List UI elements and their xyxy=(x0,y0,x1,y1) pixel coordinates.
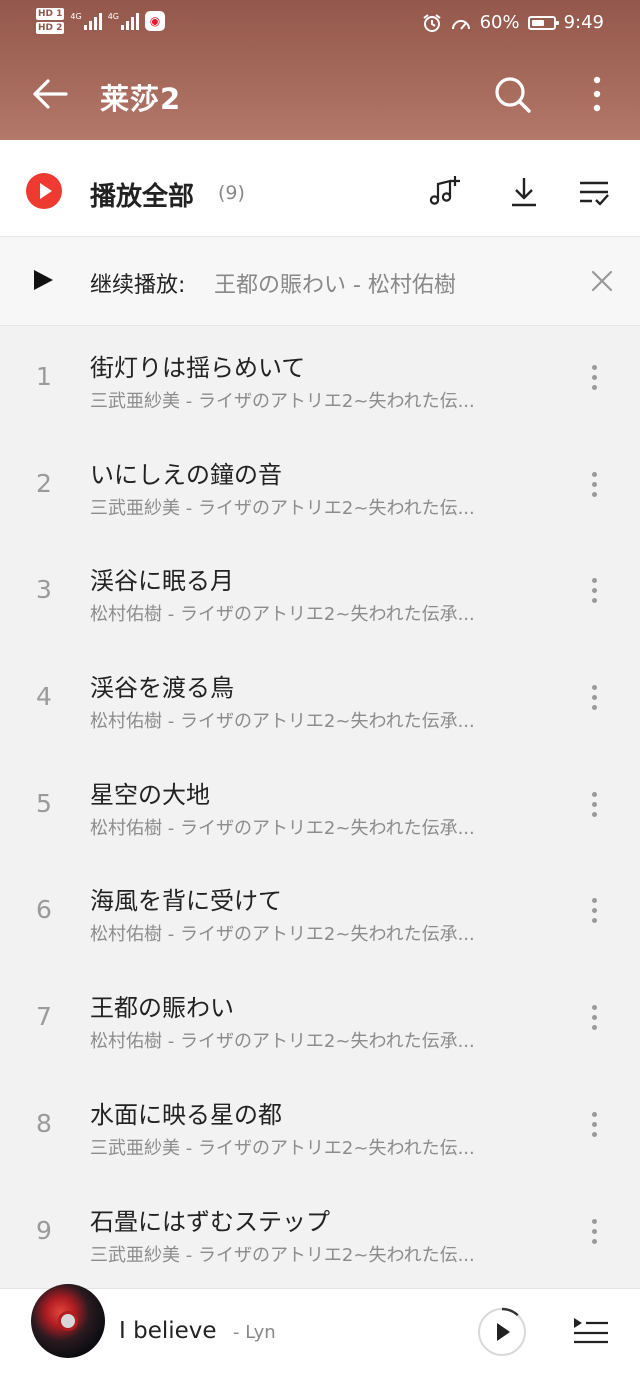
hd-badges: HD 1 HD 2 xyxy=(36,8,65,34)
weibo-icon: ◉ xyxy=(145,11,165,31)
song-subtitle: 三武亜紗美 - ライザのアトリエ2~失われた伝... xyxy=(90,497,475,519)
clock: 9:49 xyxy=(563,12,604,33)
play-all-button[interactable] xyxy=(26,173,62,209)
more-vertical-icon[interactable] xyxy=(580,74,614,114)
battery-fill xyxy=(531,19,544,26)
speed-icon xyxy=(451,19,470,30)
song-title: いにしえの鐘の音 xyxy=(90,460,282,489)
more-vertical-icon[interactable] xyxy=(580,1002,608,1034)
play-circle-icon[interactable] xyxy=(476,1306,528,1358)
song-row[interactable]: 5 星空の大地松村佑樹 - ライザのアトリエ2~失われた伝承... xyxy=(0,753,640,860)
network-type-2: 4G xyxy=(107,12,119,21)
song-row[interactable]: 1 街灯りは揺らめいて三武亜紗美 - ライザのアトリエ2~失われた伝... xyxy=(0,326,640,433)
more-vertical-icon[interactable] xyxy=(580,682,608,714)
resume-label: 继续播放: xyxy=(90,267,185,299)
song-number: 2 xyxy=(36,468,52,498)
song-row[interactable]: 6 海風を背に受けて松村佑樹 - ライザのアトリエ2~失われた伝承... xyxy=(0,859,640,966)
more-vertical-icon[interactable] xyxy=(580,575,608,607)
status-right: 60% 9:49 xyxy=(422,12,604,33)
song-number: 4 xyxy=(36,682,52,712)
song-row[interactable]: 3 渓谷に眠る月松村佑樹 - ライザのアトリエ2~失われた伝承... xyxy=(0,539,640,646)
song-subtitle: 三武亜紗美 - ライザのアトリエ2~失われた伝... xyxy=(90,391,475,412)
resume-bar[interactable]: 继续播放: 王都の賑わい - 松村佑樹 xyxy=(0,237,640,326)
song-title: 渓谷に眠る月 xyxy=(90,567,234,596)
status-bar: HD 1 HD 2 4G 4G ◉ 60% 9:49 xyxy=(0,0,640,48)
song-number: 5 xyxy=(36,788,52,818)
more-vertical-icon[interactable] xyxy=(580,895,608,927)
manage-list-icon[interactable] xyxy=(576,174,612,210)
song-row[interactable]: 7 王都の賑わい松村佑樹 - ライザのアトリエ2~失われた伝承... xyxy=(0,966,640,1073)
resume-label-text: 继续播放 xyxy=(90,273,179,298)
song-title: 海風を背に受けて xyxy=(90,887,282,916)
mini-player[interactable]: I believe - Lyn xyxy=(0,1284,640,1387)
song-count: (9) xyxy=(218,182,245,204)
song-list: 1 街灯りは揺らめいて三武亜紗美 - ライザのアトリエ2~失われた伝... 2 いにし… xyxy=(0,326,640,1286)
playlist-queue-icon[interactable] xyxy=(572,1311,610,1349)
hd-badge-2: HD 2 xyxy=(36,22,65,34)
song-title: 街灯りは揺らめいて xyxy=(90,354,306,382)
song-row[interactable]: 4 渓谷を渡る鳥松村佑樹 - ライザのアトリエ2~失われた伝承... xyxy=(0,646,640,753)
add-music-icon[interactable] xyxy=(426,174,462,210)
song-number: 6 xyxy=(36,895,52,925)
more-vertical-icon[interactable] xyxy=(580,789,608,821)
song-subtitle: 松村佑樹 - ライザのアトリエ2~失われた伝承... xyxy=(90,711,475,733)
song-subtitle: 松村佑樹 - ライザのアトリエ2~失われた伝承... xyxy=(90,924,475,946)
song-title: 王都の賑わい xyxy=(90,994,234,1023)
close-icon[interactable] xyxy=(588,267,616,295)
now-playing-separator: - xyxy=(233,1322,240,1343)
song-subtitle: 松村佑樹 - ライザのアトリエ2~失われた伝承... xyxy=(90,604,475,626)
song-title: 星空の大地 xyxy=(90,780,210,809)
song-subtitle: 三武亜紗美 - ライザのアトリエ2~失われた伝... xyxy=(90,1244,475,1266)
now-playing-artist: - Lyn xyxy=(233,1322,276,1343)
play-all-bar: 播放全部 (9) xyxy=(0,140,640,237)
song-number: 7 xyxy=(36,1002,52,1032)
battery-percent: 60% xyxy=(479,12,520,33)
signal-icon-2: 4G xyxy=(108,12,139,30)
signal-icon-1: 4G xyxy=(70,12,102,30)
battery-icon xyxy=(527,15,559,30)
network-type-1: 4G xyxy=(70,12,82,21)
arrow-left-icon[interactable] xyxy=(30,74,70,114)
song-row[interactable]: 9 石畳にはずむステップ三武亜紗美 - ライザのアトリエ2~失われた伝... xyxy=(0,1180,640,1287)
download-icon[interactable] xyxy=(506,174,542,210)
play-all-label[interactable]: 播放全部 xyxy=(90,176,194,213)
song-number: 9 xyxy=(36,1215,52,1245)
song-subtitle: 松村佑樹 - ライザのアトリエ2~失われた伝承... xyxy=(90,1031,475,1053)
album-cover[interactable] xyxy=(31,1284,105,1358)
now-playing-title[interactable]: I believe xyxy=(119,1318,217,1344)
song-subtitle: 三武亜紗美 - ライザのアトリエ2~失われた伝... xyxy=(90,1137,475,1159)
more-vertical-icon[interactable] xyxy=(580,469,608,501)
more-vertical-icon[interactable] xyxy=(580,1216,608,1248)
hd-badge-1: HD 1 xyxy=(36,8,65,20)
status-left: HD 1 HD 2 4G 4G ◉ xyxy=(36,8,165,34)
more-vertical-icon[interactable] xyxy=(580,362,608,394)
song-number: 8 xyxy=(36,1108,52,1138)
song-number: 3 xyxy=(36,575,52,605)
header: HD 1 HD 2 4G 4G ◉ 60% 9:49 莱莎2 xyxy=(0,0,640,140)
page-title: 莱莎2 xyxy=(100,82,182,116)
song-title: 水面に映る星の都 xyxy=(90,1100,282,1129)
song-row[interactable]: 2 いにしえの鐘の音三武亜紗美 - ライザのアトリエ2~失われた伝... xyxy=(0,433,640,540)
resume-play-icon[interactable] xyxy=(34,270,53,290)
now-playing-artist-name: Lyn xyxy=(245,1322,276,1343)
resume-separator: : xyxy=(178,273,186,298)
alarm-icon xyxy=(422,13,441,32)
song-number: 1 xyxy=(36,362,52,391)
song-subtitle: 松村佑樹 - ライザのアトリエ2~失われた伝承... xyxy=(90,817,475,839)
search-icon[interactable] xyxy=(492,74,532,114)
song-row[interactable]: 8 水面に映る星の都三武亜紗美 - ライザのアトリエ2~失われた伝... xyxy=(0,1073,640,1180)
song-title: 石畳にはずむステップ xyxy=(90,1207,330,1236)
more-vertical-icon[interactable] xyxy=(580,1109,608,1141)
song-title: 渓谷を渡る鳥 xyxy=(90,674,234,703)
resume-track: 王都の賑わい - 松村佑樹 xyxy=(214,273,456,298)
